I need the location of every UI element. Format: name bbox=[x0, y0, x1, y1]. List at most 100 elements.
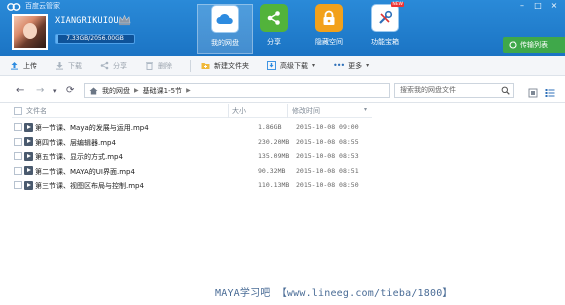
toolbar: 上传 下载 分享 删除 新建文件夹 高级下载 ▾ ••• 更多 ▾ bbox=[0, 56, 565, 76]
breadcrumb-separator-icon: ▶ bbox=[186, 87, 191, 94]
search-icon[interactable] bbox=[501, 86, 510, 95]
cloud-icon bbox=[211, 5, 239, 33]
column-divider[interactable] bbox=[228, 104, 229, 118]
search-placeholder: 搜索我的网盘文件 bbox=[400, 86, 456, 94]
app-title-row: 百度云管家 bbox=[6, 1, 60, 11]
vip-crown-icon[interactable] bbox=[118, 14, 131, 26]
minimize-icon[interactable]: – bbox=[517, 1, 527, 10]
file-size: 135.09MB bbox=[258, 152, 290, 160]
chevron-down-icon: ▾ bbox=[366, 62, 370, 69]
advanced-download-button[interactable]: 高级下载 ▾ bbox=[267, 56, 333, 76]
file-size: 1.86GB bbox=[258, 123, 282, 131]
list-view-icon[interactable] bbox=[545, 88, 555, 98]
new-folder-icon bbox=[201, 61, 210, 70]
column-divider[interactable] bbox=[287, 104, 288, 118]
file-size: 90.32MB bbox=[258, 166, 286, 175]
transfer-list-button[interactable]: 传输列表 bbox=[503, 37, 565, 53]
nav-my-disk[interactable]: 我的网盘 bbox=[197, 4, 253, 54]
app-title: 百度云管家 bbox=[25, 2, 60, 10]
toolbox-icon: NEW bbox=[371, 2, 404, 32]
upload-button[interactable]: 上传 bbox=[10, 56, 55, 76]
table-row[interactable]: 第三节课、视图区布局与控制.mp4 110.13MB 2015-10-08 08… bbox=[12, 178, 372, 193]
baidu-cloud-logo-icon bbox=[7, 2, 21, 11]
row-checkbox[interactable] bbox=[14, 181, 22, 189]
file-name[interactable]: 第四节课、层编辑器.mp4 bbox=[35, 138, 116, 148]
download-button[interactable]: 下载 bbox=[55, 56, 100, 76]
file-modified: 2015-10-08 09:00 bbox=[296, 123, 359, 131]
video-file-icon bbox=[24, 180, 33, 190]
file-modified: 2015-10-08 08:50 bbox=[296, 181, 359, 189]
select-all-checkbox[interactable] bbox=[14, 107, 22, 115]
window-controls: – □ × bbox=[517, 1, 559, 10]
address-bar: ← → ▾ ⟳ 我的网盘 ▶ 基础课1-5节 ▶ 搜索我的网盘文件 bbox=[0, 77, 565, 103]
toolbar-divider bbox=[190, 59, 191, 72]
watermark-text: MAYA学习吧 【www.lineeg.com/tieba/1800】 bbox=[215, 288, 453, 299]
breadcrumb-root[interactable]: 我的网盘 bbox=[102, 86, 130, 96]
transfer-list-label: 传输列表 bbox=[520, 41, 548, 49]
more-dots-icon: ••• bbox=[333, 61, 345, 70]
share-button[interactable]: 分享 bbox=[100, 56, 145, 76]
breadcrumb-current[interactable]: 基础课1-5节 bbox=[143, 86, 182, 96]
file-name[interactable]: 第一节课、Maya的发展与运用.mp4 bbox=[35, 123, 149, 133]
maximize-icon[interactable]: □ bbox=[533, 1, 543, 10]
table-row[interactable]: 第五节课、显示的方式.mp4 135.09MB 2015-10-08 08:53 bbox=[12, 149, 372, 164]
video-file-icon bbox=[24, 137, 33, 146]
delete-button[interactable]: 删除 bbox=[145, 56, 190, 76]
download-icon bbox=[55, 61, 64, 70]
nav-label: 分享 bbox=[267, 38, 281, 46]
video-file-icon bbox=[24, 122, 33, 132]
breadcrumb: 我的网盘 ▶ 基础课1-5节 ▶ bbox=[84, 83, 390, 98]
file-size: 110.13MB bbox=[258, 181, 290, 189]
new-folder-button[interactable]: 新建文件夹 bbox=[201, 56, 267, 76]
forward-arrow-icon[interactable]: → bbox=[36, 85, 44, 96]
table-row[interactable]: 第一节课、Maya的发展与运用.mp4 1.86GB 2015-10-08 09… bbox=[12, 120, 372, 135]
refresh-icon[interactable]: ⟳ bbox=[66, 85, 74, 96]
home-icon[interactable] bbox=[89, 87, 98, 95]
breadcrumb-separator-icon: ▶ bbox=[134, 87, 139, 94]
video-file-icon bbox=[24, 166, 33, 175]
row-checkbox[interactable] bbox=[14, 137, 22, 146]
quota-bar: 7.33GB/2056.00GB bbox=[55, 34, 135, 44]
row-checkbox[interactable] bbox=[14, 166, 22, 175]
share-icon bbox=[100, 61, 109, 70]
nav-label: 我的网盘 bbox=[211, 39, 239, 47]
sort-chevron-icon[interactable]: ▾ bbox=[364, 106, 367, 113]
table-row[interactable]: 第二节课、MAYA的UI界面.mp4 90.32MB 2015-10-08 08… bbox=[12, 164, 372, 179]
row-checkbox[interactable] bbox=[14, 123, 22, 131]
advanced-download-icon bbox=[267, 61, 276, 70]
dropdown-chevron-icon[interactable]: ▾ bbox=[53, 87, 57, 95]
nav-label: 功能宝箱 bbox=[371, 38, 399, 46]
file-modified: 2015-10-08 08:51 bbox=[296, 166, 359, 175]
file-modified: 2015-10-08 08:53 bbox=[296, 152, 359, 160]
nav-hidden-space[interactable]: 隐藏空间 bbox=[301, 4, 357, 54]
nav-share[interactable]: 分享 bbox=[246, 4, 302, 54]
trash-icon bbox=[145, 61, 154, 70]
upload-icon bbox=[10, 61, 19, 70]
column-header-size[interactable]: 大小 bbox=[232, 106, 246, 116]
video-file-icon bbox=[24, 151, 33, 161]
lock-icon bbox=[315, 4, 343, 32]
more-button[interactable]: ••• 更多 ▾ bbox=[333, 56, 387, 76]
file-size: 230.20MB bbox=[258, 137, 290, 146]
search-input[interactable]: 搜索我的网盘文件 bbox=[394, 83, 514, 98]
row-checkbox[interactable] bbox=[14, 152, 22, 160]
file-name[interactable]: 第五节课、显示的方式.mp4 bbox=[35, 152, 123, 162]
thumbnail-view-icon[interactable] bbox=[528, 88, 538, 98]
new-badge: NEW bbox=[391, 2, 404, 7]
file-table-header: 文件名 大小 修改时间 ▾ bbox=[12, 104, 372, 118]
file-name[interactable]: 第三节课、视图区布局与控制.mp4 bbox=[35, 181, 144, 191]
close-icon[interactable]: × bbox=[549, 1, 559, 10]
column-header-modified[interactable]: 修改时间 bbox=[292, 106, 320, 116]
back-arrow-icon[interactable]: ← bbox=[16, 85, 24, 96]
file-name[interactable]: 第二节课、MAYA的UI界面.mp4 bbox=[35, 167, 135, 177]
avatar[interactable] bbox=[12, 14, 48, 50]
table-row[interactable]: 第四节课、层编辑器.mp4 230.20MB 2015-10-08 08:55 bbox=[12, 135, 372, 150]
username[interactable]: XIANGRIKUIOU bbox=[55, 16, 119, 26]
nav-toolbox[interactable]: NEW 功能宝箱 bbox=[357, 2, 413, 54]
file-list: 第一节课、Maya的发展与运用.mp4 1.86GB 2015-10-08 09… bbox=[12, 120, 372, 193]
chevron-down-icon: ▾ bbox=[312, 62, 316, 69]
quota-text: 7.33GB/2056.00GB bbox=[66, 35, 124, 42]
refresh-circle-icon bbox=[509, 41, 517, 49]
column-header-name[interactable]: 文件名 bbox=[26, 106, 47, 116]
top-header: 百度云管家 – □ × XIANGRIKUIOU 7.33GB/2056.00G… bbox=[0, 0, 565, 56]
